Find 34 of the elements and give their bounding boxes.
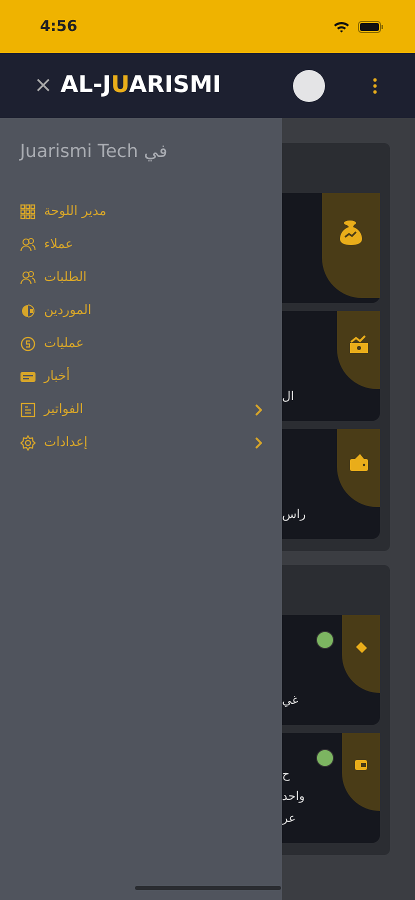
close-button[interactable]: × bbox=[34, 74, 52, 96]
logo-text: AL-JUARISMI bbox=[60, 71, 222, 100]
card-text: راس bbox=[282, 506, 307, 523]
status-time: 4:56 bbox=[40, 16, 78, 38]
card-text: ال bbox=[282, 388, 296, 405]
battery-icon bbox=[358, 20, 383, 32]
users-icon bbox=[20, 270, 36, 286]
card-text: ح bbox=[282, 766, 291, 783]
gear-icon bbox=[20, 434, 36, 450]
coin-icon bbox=[20, 336, 36, 352]
half-circle-icon bbox=[20, 302, 36, 318]
drawer-menu-item[interactable]: عمليات bbox=[0, 327, 282, 360]
wallet-icon bbox=[348, 453, 368, 473]
more-icon bbox=[373, 78, 377, 94]
card-text: عر bbox=[282, 810, 297, 827]
wallet-icon bbox=[353, 757, 369, 773]
drawer-menu-item[interactable]: عملاء bbox=[0, 228, 282, 261]
drawer-menu-item[interactable]: الموردين bbox=[0, 294, 282, 327]
wifi-icon bbox=[333, 20, 350, 32]
chevron-right-icon bbox=[254, 404, 262, 416]
grid-icon bbox=[20, 204, 36, 220]
drawer-menu-item[interactable]: أخبار bbox=[0, 360, 282, 393]
chevron-right-icon bbox=[254, 436, 262, 448]
drawer-menu-item[interactable]: إعدادات bbox=[0, 426, 282, 459]
drawer-menu-item[interactable]: مدير اللوحة bbox=[0, 195, 282, 228]
avatar[interactable] bbox=[293, 70, 325, 102]
users-icon bbox=[20, 236, 36, 252]
chart-icon bbox=[348, 335, 368, 355]
card-text: واحد bbox=[282, 788, 306, 805]
card-text: غي bbox=[282, 692, 300, 709]
invoice-icon bbox=[20, 402, 36, 418]
drawer-menu-item[interactable]: الطلبات bbox=[0, 261, 282, 294]
drawer-menu-item[interactable]: الفواتير bbox=[0, 393, 282, 426]
drawer-title: Juarismi Tech في bbox=[18, 140, 168, 164]
